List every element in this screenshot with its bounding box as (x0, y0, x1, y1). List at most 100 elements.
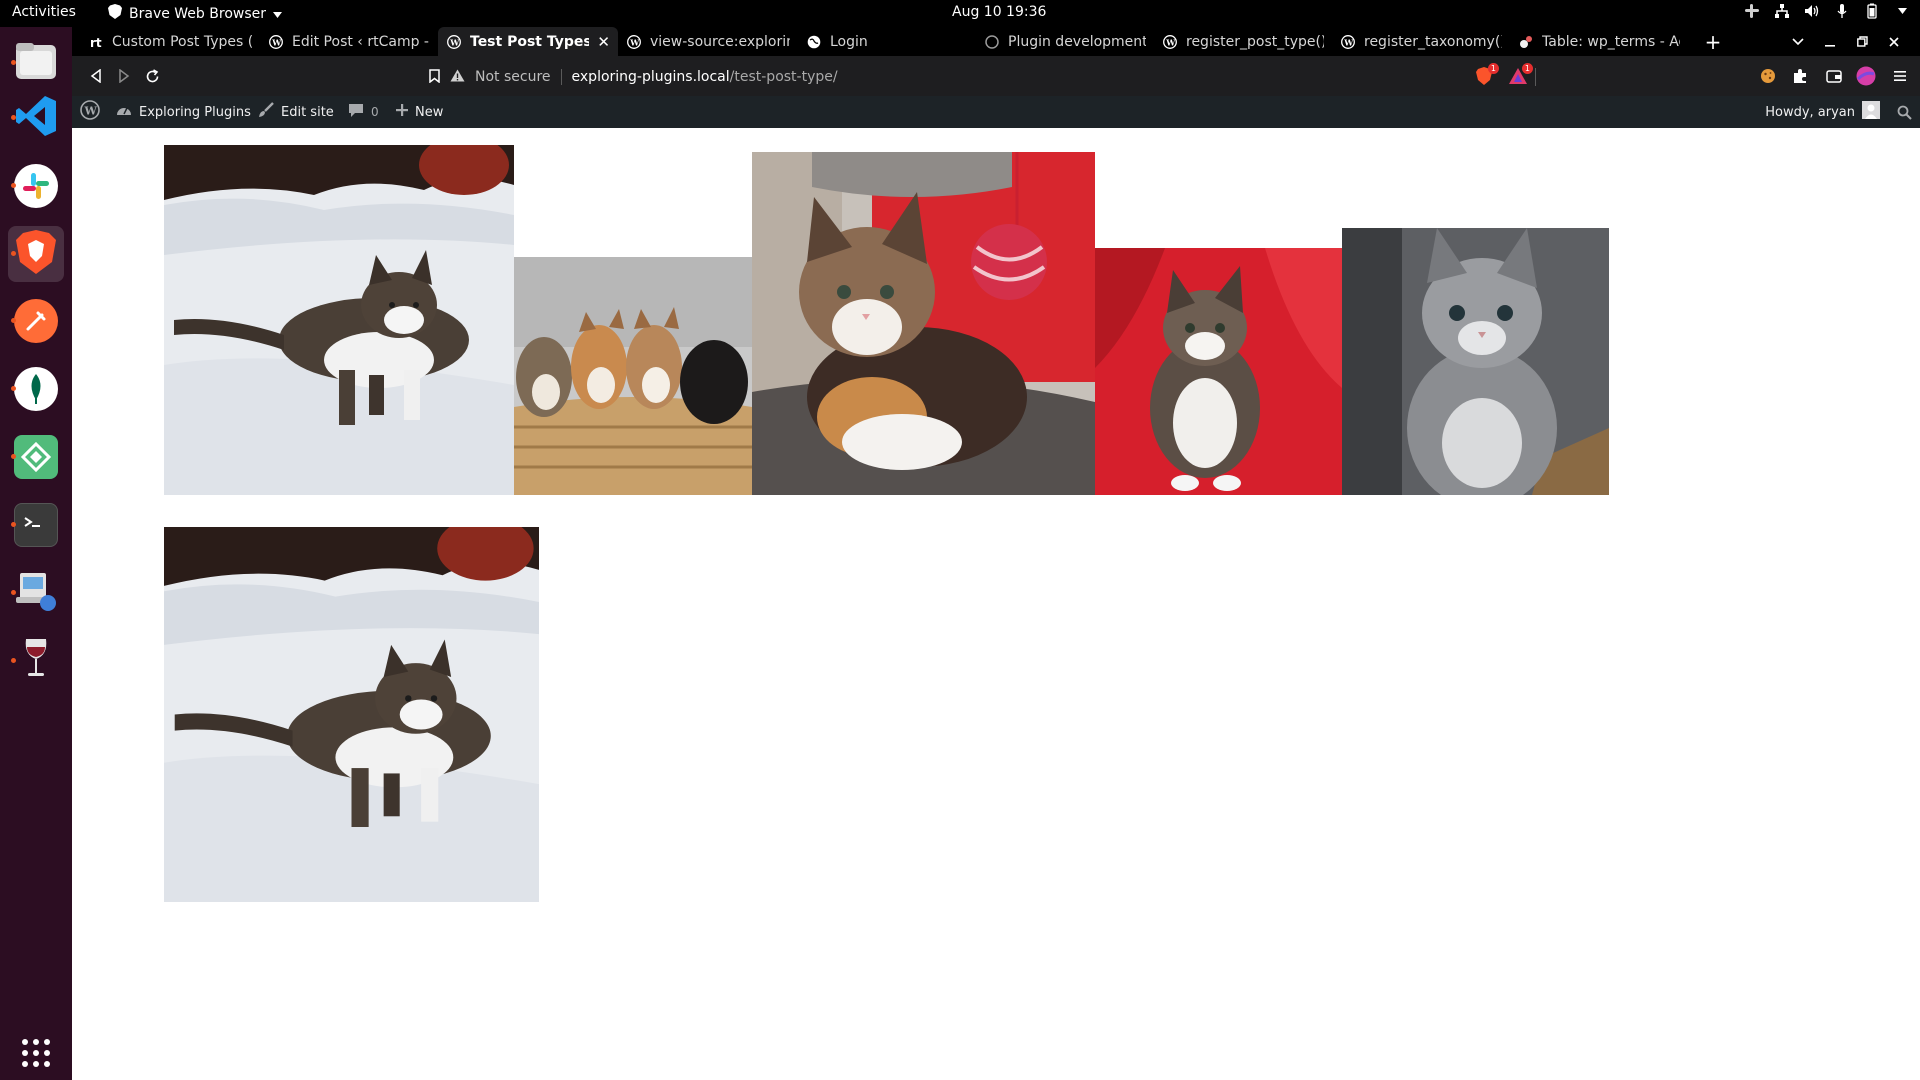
gallery-image-calico-kitten[interactable] (752, 152, 1095, 495)
gallery-image-kittens-basket[interactable] (514, 257, 752, 495)
running-indicator (11, 183, 16, 188)
app-menu[interactable]: Brave Web Browser (108, 4, 282, 23)
tab-title: Test Post Types – (470, 33, 590, 50)
files-icon (14, 41, 58, 85)
running-indicator (11, 386, 16, 391)
battery-icon[interactable] (1864, 3, 1880, 19)
tab-custom-post-types[interactable]: rt Custom Post Types (C (80, 27, 260, 56)
gallery-image-kitten-snow[interactable] (164, 145, 514, 495)
wordpress-icon: W (446, 34, 462, 50)
local-app[interactable] (8, 429, 64, 485)
svg-text:W: W (1343, 37, 1354, 47)
remote-desktop-app[interactable] (8, 565, 64, 621)
reload-icon[interactable] (142, 66, 162, 86)
close-window-icon[interactable] (1878, 27, 1910, 56)
tab-title: view-source:explorin (650, 33, 790, 50)
tab-register-post-type[interactable]: W register_post_type() (1154, 27, 1332, 56)
gallery-image-kitten-snow-2[interactable] (164, 527, 539, 902)
show-applications-button[interactable] (8, 1027, 64, 1080)
gallery-image-kitten-red-chair[interactable] (1095, 248, 1342, 495)
svg-text:W: W (449, 37, 460, 47)
svg-text:W: W (629, 37, 640, 47)
new-content-menu[interactable]: New (396, 96, 443, 128)
wordpress-logo-icon: W (80, 100, 100, 124)
search-icon[interactable] (1897, 96, 1912, 128)
avatar (1862, 101, 1880, 123)
shields-count-badge: 1 (1487, 63, 1499, 74)
app-menu-label: Brave Web Browser (129, 5, 266, 22)
activities-button[interactable]: Activities (12, 4, 76, 20)
postman-app[interactable] (8, 293, 64, 349)
page-content (72, 128, 1920, 1080)
tab-title: Plugin development (1008, 33, 1146, 50)
globe-icon (806, 34, 822, 50)
tab-wp-terms-table[interactable]: Table: wp_terms - Ad (1510, 27, 1688, 56)
minimize-icon[interactable] (1814, 27, 1846, 56)
wine-app[interactable] (8, 633, 64, 689)
svg-text:W: W (1165, 37, 1176, 47)
volume-icon[interactable] (1804, 3, 1820, 19)
edit-site-link[interactable]: Edit site (258, 96, 334, 128)
tab-register-taxonomy[interactable]: W register_taxonomy() (1332, 27, 1510, 56)
warning-triangle-icon[interactable] (450, 69, 465, 86)
tab-title: Login (830, 33, 868, 50)
power-menu-caret-icon[interactable] (1894, 3, 1910, 19)
brave-rewards-icon[interactable]: 1 (1508, 63, 1533, 86)
site-name-menu[interactable]: Exploring Plugins (116, 96, 251, 128)
comments-count: 0 (371, 105, 379, 119)
microphone-icon[interactable] (1834, 3, 1850, 19)
remote-desktop-icon (14, 569, 58, 617)
tab-title: Custom Post Types (C (112, 33, 252, 50)
restore-icon[interactable] (1846, 27, 1878, 56)
terminal-app[interactable] (8, 497, 64, 553)
tab-test-post-types[interactable]: W Test Post Types – ✕ (438, 27, 618, 56)
cookie-extension-icon[interactable] (1758, 66, 1778, 86)
files-app[interactable] (8, 35, 64, 91)
browser-tab-bar: rt Custom Post Types (C W Edit Post ‹ rt… (72, 27, 1920, 56)
wordpress-icon: W (268, 34, 284, 50)
new-tab-button[interactable]: + (1696, 27, 1730, 56)
gnome-top-bar: Activities Brave Web Browser Aug 10 19:3… (0, 0, 1920, 27)
wine-glass-icon (21, 637, 51, 685)
tab-view-source[interactable]: W view-source:explorin (618, 27, 798, 56)
security-label[interactable]: Not secure (475, 69, 551, 85)
vscode-app[interactable] (8, 90, 64, 146)
bookmark-icon[interactable] (424, 66, 444, 86)
dashboard-gauge-icon (116, 103, 132, 121)
url-separator (560, 69, 562, 85)
postman-icon (14, 299, 58, 343)
profile-avatar-icon[interactable] (1856, 66, 1876, 86)
gallery-image-grey-kitten[interactable] (1342, 228, 1609, 495)
system-tray[interactable] (1744, 3, 1910, 19)
address-bar[interactable]: Not secure exploring-plugins.local/test-… (450, 64, 1590, 90)
tab-login[interactable]: Login (798, 27, 976, 56)
wordpress-icon: W (1340, 34, 1356, 50)
my-account-menu[interactable]: Howdy, aryan (1765, 96, 1880, 128)
extensions-puzzle-icon[interactable] (1790, 66, 1810, 86)
forward-icon[interactable] (114, 66, 134, 86)
comments-link[interactable]: 0 (348, 96, 379, 128)
close-tab-icon[interactable]: ✕ (597, 33, 610, 51)
wp-logo-menu[interactable]: W (80, 96, 100, 128)
browser-toolbar: Not secure exploring-plugins.local/test-… (72, 56, 1920, 96)
menu-hamburger-icon[interactable] (1890, 66, 1910, 86)
network-icon[interactable] (1774, 3, 1790, 19)
running-indicator (11, 590, 16, 595)
slack-app[interactable] (8, 158, 64, 214)
mongodb-compass-app[interactable] (8, 361, 64, 417)
brave-app[interactable] (8, 226, 64, 282)
caret-down-icon (273, 6, 282, 22)
tab-plugin-development[interactable]: Plugin development (976, 27, 1154, 56)
howdy-greeting: Howdy, aryan (1765, 104, 1855, 120)
slack-tray-icon[interactable] (1744, 3, 1760, 19)
grid-icon (21, 1038, 51, 1072)
tab-edit-post[interactable]: W Edit Post ‹ rtCamp - N (260, 27, 438, 56)
running-indicator (11, 454, 16, 459)
tab-search-icon[interactable] (1782, 27, 1814, 56)
running-indicator (11, 318, 16, 323)
brave-shields-icon[interactable]: 1 (1474, 63, 1499, 86)
local-wp-icon (14, 435, 58, 479)
back-icon[interactable] (86, 66, 106, 86)
clock[interactable]: Aug 10 19:36 (952, 4, 1046, 20)
wallet-icon[interactable] (1824, 66, 1844, 86)
